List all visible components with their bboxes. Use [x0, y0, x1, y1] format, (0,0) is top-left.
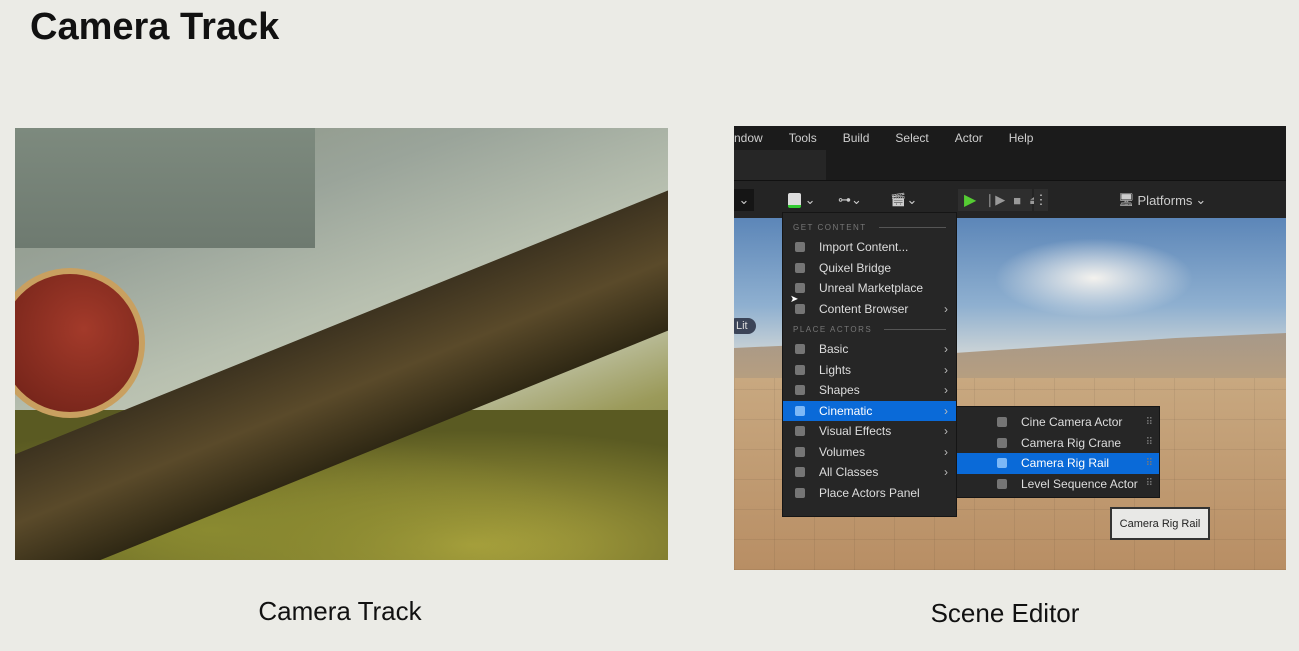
marketplace-icon — [795, 283, 805, 294]
platforms-icon: 🖥︎ — [1118, 192, 1135, 207]
import-icon — [795, 242, 805, 253]
menu-item-volumes[interactable]: Volumes › — [783, 442, 956, 463]
bridge-icon — [795, 262, 805, 273]
section-get-content: GET CONTENT — [783, 217, 956, 237]
menu-item-import-content[interactable]: Import Content... — [783, 237, 956, 258]
basic-icon — [795, 344, 805, 355]
menu-item-camera-rig-rail[interactable]: Camera Rig Rail ⠿ — [957, 453, 1159, 474]
label: Lights — [819, 362, 852, 377]
camera-track-image — [15, 128, 668, 560]
scene-editor-screenshot: ndow Tools Build Select Actor Help ⌄ ⌄ ⊶… — [734, 126, 1286, 570]
menu-help[interactable]: Help — [1009, 131, 1034, 145]
add-content-menu: GET CONTENT Import Content... Quixel Bri… — [782, 212, 957, 517]
play-icon[interactable]: ▶ — [964, 190, 976, 210]
drag-handle-icon[interactable]: ⠿ — [1146, 458, 1153, 469]
label: Import Content... — [819, 240, 909, 255]
chevron-right-icon: › — [944, 465, 948, 480]
chevron-right-icon: › — [944, 342, 948, 357]
menu-item-level-sequence-actor[interactable]: Level Sequence Actor ⠿ — [957, 474, 1159, 495]
label: Cinematic — [819, 403, 873, 418]
menu-tools[interactable]: Tools — [789, 131, 817, 145]
chevron-right-icon: › — [944, 383, 948, 398]
menu-build[interactable]: Build — [843, 131, 870, 145]
chevron-right-icon: › — [944, 403, 948, 418]
camera-crane-icon — [997, 437, 1007, 448]
label: Cine Camera Actor — [1021, 415, 1123, 430]
stop-icon[interactable]: ■ — [1013, 193, 1021, 208]
label: Content Browser — [819, 301, 909, 316]
cinematics-button[interactable]: 🎬︎ ⌄ — [890, 189, 917, 211]
clapper-icon: 🎬︎ — [890, 192, 907, 207]
caption-scene-editor: Scene Editor — [930, 598, 1080, 628]
menu-item-cinematic[interactable]: Cinematic › — [783, 400, 956, 421]
place-actors-icon — [795, 487, 805, 498]
menu-item-camera-rig-crane[interactable]: Camera Rig Crane ⠿ — [957, 433, 1159, 454]
label: Camera Rig Crane — [1021, 435, 1122, 450]
label: Camera Rig Rail — [1021, 456, 1110, 471]
camera-rail-icon — [997, 458, 1007, 469]
add-actor-icon — [788, 192, 801, 208]
section-place-actors: PLACE ACTORS — [783, 319, 956, 339]
menu-bar: ndow Tools Build Select Actor Help — [734, 126, 1286, 150]
mouse-cursor-icon: ➤ — [790, 294, 799, 305]
chevron-right-icon: › — [944, 301, 948, 316]
tab-strip — [734, 150, 826, 180]
content-browser-icon — [795, 303, 805, 314]
label: Quixel Bridge — [819, 260, 892, 275]
label: Unreal Marketplace — [819, 281, 924, 296]
label: All Classes — [819, 465, 879, 480]
step-icon[interactable]: ❘▶ — [984, 192, 1005, 208]
caption-camera-track: Camera Track — [258, 596, 422, 626]
light-icon — [795, 364, 805, 375]
shapes-icon — [795, 385, 805, 396]
label: Level Sequence Actor — [1021, 476, 1138, 491]
classes-icon — [795, 467, 805, 478]
menu-select[interactable]: Select — [895, 131, 928, 145]
add-content-button[interactable]: ⌄ — [788, 189, 816, 211]
volume-icon — [795, 446, 805, 457]
cinematic-icon — [795, 405, 805, 416]
cine-camera-icon — [997, 417, 1007, 428]
level-sequence-icon — [997, 478, 1007, 489]
blueprint-button[interactable]: ⊶ ⌄ — [838, 189, 862, 211]
menu-item-quixel-bridge[interactable]: Quixel Bridge — [783, 258, 956, 279]
mode-dropdown[interactable]: ⌄ — [734, 189, 754, 211]
menu-window[interactable]: ndow — [734, 131, 763, 145]
chevron-right-icon: › — [944, 362, 948, 377]
platforms-label: Platforms — [1137, 192, 1193, 208]
menu-item-place-actors-panel[interactable]: Place Actors Panel — [783, 483, 956, 504]
drag-handle-icon[interactable]: ⠿ — [1146, 417, 1153, 428]
menu-actor[interactable]: Actor — [955, 131, 983, 145]
menu-item-lights[interactable]: Lights › — [783, 360, 956, 381]
drag-handle-icon[interactable]: ⠿ — [1146, 437, 1153, 448]
label: Shapes — [819, 383, 860, 398]
blueprint-icon: ⊶ — [838, 192, 851, 207]
menu-item-visual-effects[interactable]: Visual Effects › — [783, 421, 956, 442]
label: Volumes — [819, 444, 866, 459]
slide-title: Camera Track — [30, 6, 280, 48]
label: Visual Effects — [819, 424, 892, 439]
label: Basic — [819, 342, 849, 357]
menu-item-all-classes[interactable]: All Classes › — [783, 462, 956, 483]
chevron-right-icon: › — [944, 424, 948, 439]
play-controls: ▶ ❘▶ ■ ⏏ — [958, 189, 1041, 211]
menu-item-basic[interactable]: Basic › — [783, 339, 956, 360]
menu-item-cine-camera-actor[interactable]: Cine Camera Actor ⠿ — [957, 412, 1159, 433]
menu-item-shapes[interactable]: Shapes › — [783, 380, 956, 401]
drag-handle-icon[interactable]: ⠿ — [1146, 478, 1153, 489]
view-mode-lit[interactable]: Lit — [734, 318, 756, 334]
chevron-right-icon: › — [944, 444, 948, 459]
vfx-icon — [795, 426, 805, 437]
label: Place Actors Panel — [819, 485, 920, 500]
menu-item-content-browser[interactable]: Content Browser › — [783, 299, 956, 320]
more-options-icon[interactable]: ⋮ — [1034, 189, 1048, 211]
tooltip: Camera Rig Rail — [1110, 507, 1210, 540]
cinematic-submenu: Cine Camera Actor ⠿ Camera Rig Crane ⠿ Cam… — [957, 406, 1160, 498]
menu-item-unreal-marketplace[interactable]: Unreal Marketplace — [783, 278, 956, 299]
platforms-button[interactable]: 🖥︎ Platforms ⌄ — [1118, 189, 1206, 211]
